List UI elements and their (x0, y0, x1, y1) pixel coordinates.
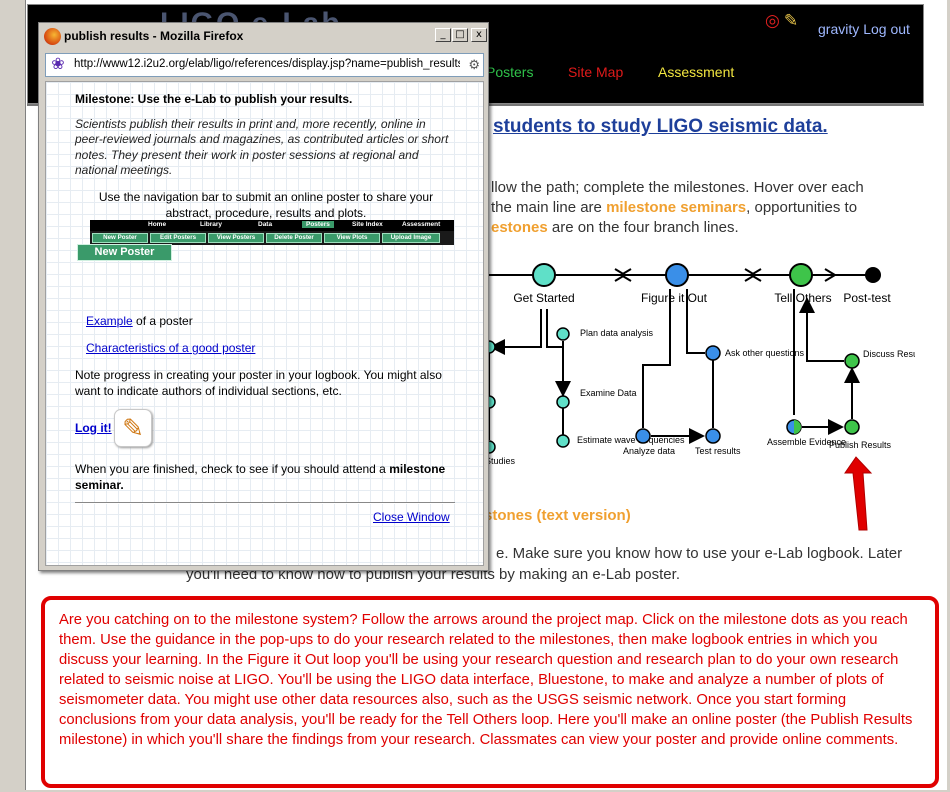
navbar-illustration: Home Library Data Posters Site Index Ass… (76, 220, 454, 269)
nav-instructions: Use the navigation bar to submit an onli… (98, 190, 434, 220)
stage-label-post-test: Post-test (843, 291, 891, 305)
milestone-dot-plan[interactable] (556, 327, 570, 341)
intro-line-1: llow the path; complete the milestones. … (491, 179, 864, 196)
milestone-dot-test[interactable] (705, 428, 721, 444)
example-link[interactable]: Example (86, 314, 133, 328)
popup-title: publish results - Mozilla Firefox (64, 29, 244, 43)
branch-label-ask: Ask other questions (725, 348, 805, 358)
branch-label-plan: Plan data analysis (580, 328, 654, 338)
firefox-icon (44, 28, 61, 45)
stage-label-get-started: Get Started (513, 291, 574, 305)
milestones-link[interactable]: estones (491, 219, 548, 236)
logbook-pencil-small-icon[interactable]: ✎ (784, 11, 798, 30)
milestone-dot-examine[interactable] (556, 395, 570, 409)
navbar-view-plots: View Plots (324, 233, 380, 243)
milestone-description: Scientists publish their results in prin… (75, 117, 449, 177)
example-suffix: of a poster (132, 314, 193, 328)
logbook-instruction-line-1: e. Make sure you know how to use your e-… (496, 545, 903, 562)
navbar-library: Library (200, 221, 223, 228)
intro-line-3: estones are on the four branch lines. (491, 219, 739, 236)
finished-note-text: When you are finished, check to see if y… (75, 462, 390, 476)
branch-label-analyze: Analyze data (623, 446, 675, 456)
navbar-top-row: Home Library Data Posters Site Index Ass… (90, 220, 454, 231)
milestone-seminars-link[interactable]: milestone seminars (606, 199, 746, 216)
minimize-button[interactable]: _ (435, 28, 451, 42)
milestone-dot-analyze[interactable] (635, 428, 651, 444)
milestone-dot-figure-it-out[interactable] (665, 263, 689, 287)
nav-posters[interactable]: Posters (486, 64, 533, 80)
header-icons: ◎ ✎ (765, 11, 798, 31)
branch-label-examine: Examine Data (580, 388, 637, 398)
milestone-dot-discuss[interactable] (844, 353, 860, 369)
intro-main-line-text: the main line are (491, 199, 602, 216)
stage-label-figure-it-out: Figure it Out (641, 291, 708, 305)
new-poster-highlight: New Poster (77, 244, 172, 261)
nav-assessment[interactable]: Assessment (658, 64, 734, 80)
branch-label-publish: Publish Results (829, 440, 892, 450)
navbar-upload-image: Upload Image (382, 233, 440, 243)
popup-content: Milestone: Use the e-Lab to publish your… (45, 81, 484, 566)
help-lifebuoy-icon[interactable]: ◎ (765, 11, 780, 30)
characteristics-link[interactable]: Characteristics of a good poster (86, 341, 255, 355)
project-map: Get Started Figure it Out Tell Others Po… (455, 263, 915, 531)
branch-label-discuss: Discuss Results (863, 349, 915, 359)
nav-posters-label: Posters (486, 64, 534, 80)
milestone-dot-post-test[interactable] (865, 267, 881, 283)
intro-opportunities-text: , opportunities to (746, 199, 858, 216)
popup-window: publish results - Mozilla Firefox _ □ x … (38, 22, 489, 571)
navbar-sub-row: New Poster Edit Posters View Posters Del… (90, 231, 454, 245)
page-title: students to study LIGO seismic data. (493, 116, 828, 137)
page-frame-left (0, 0, 26, 792)
log-it-link[interactable]: Log it! (75, 421, 112, 435)
navbar-home: Home (148, 221, 167, 228)
popup-titlebar[interactable]: publish results - Mozilla Firefox _ □ x (41, 25, 487, 48)
branch-label-studies: Studies (485, 456, 516, 466)
stage-label-tell-others: Tell Others (774, 291, 831, 305)
example-row: Example of a poster (86, 314, 193, 328)
red-pointer-arrow (844, 456, 873, 531)
navbar-new-poster: New Poster (92, 233, 148, 243)
milestone-dot-ask[interactable] (705, 345, 721, 361)
navbar-posters: Posters (302, 221, 334, 228)
milestone-dot-tell-others[interactable] (789, 263, 813, 287)
navbar-assessment: Assessment (402, 221, 441, 228)
milestone-dot-estimate[interactable] (556, 434, 570, 448)
intro-line-2: the main line are milestone seminars, op… (491, 199, 857, 216)
navbar-edit-posters: Edit Posters (150, 233, 206, 243)
maximize-button[interactable]: □ (452, 28, 468, 42)
navbar-data: Data (258, 221, 273, 228)
navbar-site-index: Site Index (352, 221, 383, 228)
milestone-dot-publish[interactable] (844, 419, 860, 435)
logout-link[interactable]: Log out (863, 21, 910, 37)
milestone-heading: Milestone: Use the e-Lab to publish your… (75, 92, 353, 106)
nav-site-map[interactable]: Site Map (568, 64, 623, 80)
url-bar[interactable]: ❀ http://www12.i2u2.org/elab/ligo/refere… (45, 53, 484, 77)
branch-get-started-left (489, 309, 542, 355)
close-button[interactable]: x (471, 28, 487, 42)
annotation-callout: Are you catching on to the milestone sys… (41, 596, 939, 788)
close-window-link[interactable]: Close Window (373, 510, 450, 524)
milestone-dot-get-started[interactable] (532, 263, 556, 287)
branch-discuss-back (799, 297, 844, 362)
popup-divider (75, 502, 455, 504)
navbar-view-posters: View Posters (208, 233, 264, 243)
user-links: gravity Log out (818, 21, 914, 37)
milestones-text-version-link[interactable]: stones (text version) (484, 507, 631, 524)
logbook-pencil-icon[interactable]: ✎ (114, 409, 152, 447)
progress-note: Note progress in creating your poster in… (75, 368, 442, 398)
finished-note: When you are finished, check to see if y… (75, 461, 465, 493)
annotation-text: Are you catching on to the milestone sys… (59, 612, 913, 748)
branch-figure-left (642, 289, 671, 428)
navbar-delete-poster: Delete Poster (266, 233, 322, 243)
site-favicon-icon: ❀ (51, 56, 65, 73)
intro-branch-text: are on the four branch lines. (547, 219, 739, 236)
username-link[interactable]: gravity (818, 21, 859, 37)
url-text[interactable]: http://www12.i2u2.org/elab/ligo/referenc… (74, 58, 460, 70)
page-info-icon[interactable]: ⚙ (468, 57, 480, 73)
branch-label-test: Test results (695, 446, 741, 456)
